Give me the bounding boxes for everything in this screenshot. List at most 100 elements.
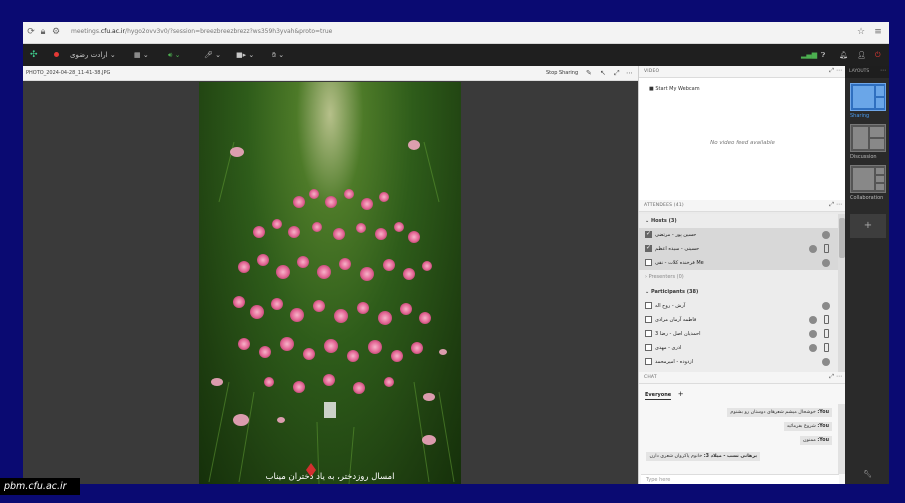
site-watermark: pbm.cfu.ac.ir	[0, 478, 80, 495]
attendee-name: حسینی - سیده اعظم	[655, 246, 700, 252]
poster-emblem	[324, 402, 336, 418]
layout-sharing-label[interactable]: Sharing	[850, 113, 869, 119]
attendees-pod: ⌄ Hosts (3) حسین پور - مرتضی حسینی - سید…	[639, 214, 846, 372]
draw-pencil-icon[interactable]: ✎	[586, 69, 592, 77]
attendee-row[interactable]: حسینی - سیده اعظم	[639, 242, 838, 256]
chat-input[interactable]: Type here	[641, 474, 839, 484]
shared-image-poster: امسال روزدختر، به یاد دختران میناب	[199, 82, 461, 484]
layout-collaboration-thumb[interactable]	[850, 165, 886, 193]
microphone-icon[interactable]: 🎤︎ ⌄	[204, 44, 221, 66]
attendee-device-icon	[824, 315, 829, 324]
power-icon[interactable]: ⏻	[875, 44, 881, 66]
layouts-bar: LAYOUTS ⋯ Sharing Discussion Collaborati…	[845, 66, 889, 484]
attendee-row[interactable]: احمدیان اصل - رضا 3	[639, 327, 838, 341]
attendee-checkbox[interactable]	[645, 316, 652, 323]
fullscreen-icon[interactable]: ⤢	[614, 69, 620, 78]
chat-message: برهانی نسب - میلاد 3: خانوم پاکروان شعری…	[646, 452, 760, 461]
video-pod-controls[interactable]: ⤢ ⋯	[829, 67, 842, 75]
attendee-device-icon	[824, 329, 829, 338]
attendee-name: فرخنده کلات - نقی Me	[655, 260, 704, 266]
chat-sender: You:	[817, 424, 829, 429]
right-pods-column: VIDEO ⤢ ⋯ ■ Start My Webcam No video fee…	[638, 66, 846, 484]
attendee-status-icon	[822, 231, 830, 239]
share-pod: PHOTO_2024-04-28_11-41-38.JPG Stop Shari…	[23, 66, 638, 484]
participants-group-toggle[interactable]: ⌄ Participants (38)	[645, 289, 698, 295]
hosts-group-label: Hosts (3)	[650, 218, 677, 224]
reload-icon[interactable]: ⟳	[26, 27, 36, 37]
poster-caption: امسال روزدختر، به یاد دختران میناب	[265, 472, 395, 482]
stop-sharing-button[interactable]: Stop Sharing	[546, 70, 578, 76]
attendee-row[interactable]: ازدوده - امیرمحمد	[639, 355, 838, 369]
participants-group-label: Participants (38)	[650, 289, 699, 295]
layout-sharing-thumb[interactable]	[850, 83, 886, 111]
attendee-row[interactable]: حسین پور - مرتضی	[639, 228, 838, 242]
attendee-status-icon	[809, 344, 817, 352]
raise-hand-icon[interactable]: ✋︎ ⌄	[272, 44, 284, 66]
layouts-header: LAYOUTS ⋯	[845, 66, 889, 78]
chat-text: ممنون	[803, 438, 816, 443]
attendees-pod-header: ATTENDEES (41) ⤢ ⋯	[639, 200, 846, 212]
attendee-status-icon	[822, 358, 830, 366]
attendee-name: احمدیان اصل - رضا 3	[655, 331, 701, 337]
help-icon[interactable]: ❓︎	[821, 44, 825, 66]
site-settings-icon[interactable]: ⚙	[51, 27, 61, 37]
notifications-icon[interactable]: 🔔︎	[839, 44, 848, 66]
attendee-checkbox[interactable]	[645, 259, 652, 266]
attendee-checkbox[interactable]	[645, 302, 652, 309]
share-pod-header: PHOTO_2024-04-28_11-41-38.JPG Stop Shari…	[23, 66, 638, 81]
presenters-group-label: Presenters (0)	[648, 274, 684, 280]
attendees-pod-controls[interactable]: ⤢ ⋯	[829, 201, 842, 209]
attendee-checkbox[interactable]	[645, 244, 652, 252]
attendee-device-icon	[824, 343, 829, 352]
browser-address-bar: ⟳ 🔒︎ ⚙ meetings.cfu.ac.ir/hygo2ovv3v0/?s…	[23, 22, 889, 44]
attendee-checkbox[interactable]	[645, 344, 652, 351]
attendee-status-icon	[822, 302, 830, 310]
bookmark-star-icon[interactable]: ☆	[856, 27, 866, 37]
layout-discussion-thumb[interactable]	[850, 124, 886, 152]
lock-icon[interactable]: 🔒︎	[38, 27, 48, 37]
chat-text: خانوم پاکروان شعری دارن	[649, 454, 703, 459]
start-webcam-button[interactable]: ■ Start My Webcam	[649, 86, 700, 92]
attendee-row[interactable]: فاطمه آرمان مرادی	[639, 313, 838, 327]
attendee-name: فاطمه آرمان مرادی	[655, 317, 697, 323]
layout-collaboration-label[interactable]: Collaboration	[850, 195, 883, 201]
attendee-checkbox[interactable]	[645, 230, 652, 238]
attendee-checkbox[interactable]	[645, 358, 652, 365]
pointer-icon[interactable]: ↖	[600, 69, 606, 77]
chat-pod-controls[interactable]: ⤢ ⋯	[829, 373, 842, 381]
poster-artwork	[208, 140, 455, 484]
attendees-pod-title: ATTENDEES (41)	[644, 203, 684, 208]
tab-everyone[interactable]: Everyone	[645, 392, 672, 400]
url-field[interactable]: meetings.cfu.ac.ir/hygo2ovv3v0/?session=…	[71, 28, 332, 35]
attendee-device-icon	[824, 244, 829, 253]
add-chat-tab-icon[interactable]: +	[678, 390, 684, 398]
pod-menu-icon[interactable]: ⋯	[626, 69, 633, 77]
hosts-group-toggle[interactable]: ⌄ Hosts (3)	[645, 218, 677, 224]
meeting-toolbar: ✣ ارادت رضوی ⌄ ▦ ⌄ 🔊︎ ⌄ 🎤︎ ⌄ ■▸ ⌄ ✋︎ ⌄ ▂…	[23, 44, 889, 66]
add-layout-button[interactable]: +	[850, 214, 886, 238]
video-pod: ■ Start My Webcam No video feed availabl…	[639, 78, 846, 200]
chat-sender: You:	[817, 410, 829, 415]
browser-menu-icon[interactable]: ≡	[873, 27, 883, 37]
attendee-row[interactable]: فرخنده کلات - نقی Me	[639, 256, 838, 270]
attendee-checkbox[interactable]	[645, 330, 652, 337]
attendee-status-icon	[809, 245, 817, 253]
wrench-icon[interactable]: 🔧︎	[863, 470, 872, 478]
presenters-group-toggle[interactable]: › Presenters (0)	[645, 274, 684, 280]
layouts-menu-icon[interactable]: ⋯	[880, 67, 886, 74]
adobe-connect-logo-icon[interactable]: ✣	[30, 44, 38, 66]
layout-grid-icon[interactable]: ▦ ⌄	[134, 44, 149, 66]
user-name: ارادت رضوی	[70, 51, 108, 59]
attendee-name: ازدوده - امیرمحمد	[655, 359, 694, 365]
speaker-icon[interactable]: 🔊︎ ⌄	[168, 44, 181, 66]
attendee-row[interactable]: اذری - مهدی	[639, 341, 838, 355]
video-pod-header: VIDEO ⤢ ⋯	[639, 66, 846, 78]
chat-text: شروع بفرمائید	[786, 424, 816, 429]
chat-pod: Everyone + You: خوشحال میشم شعرهای دوستا…	[639, 384, 846, 484]
layout-discussion-label[interactable]: Discussion	[850, 154, 877, 160]
user-icon[interactable]: 👤︎	[857, 44, 866, 66]
video-pod-title: VIDEO	[644, 69, 660, 74]
user-menu[interactable]: ارادت رضوی ⌄	[70, 44, 116, 66]
camera-icon[interactable]: ■▸ ⌄	[236, 44, 254, 66]
attendee-row[interactable]: آرش - روح اله	[639, 299, 838, 313]
